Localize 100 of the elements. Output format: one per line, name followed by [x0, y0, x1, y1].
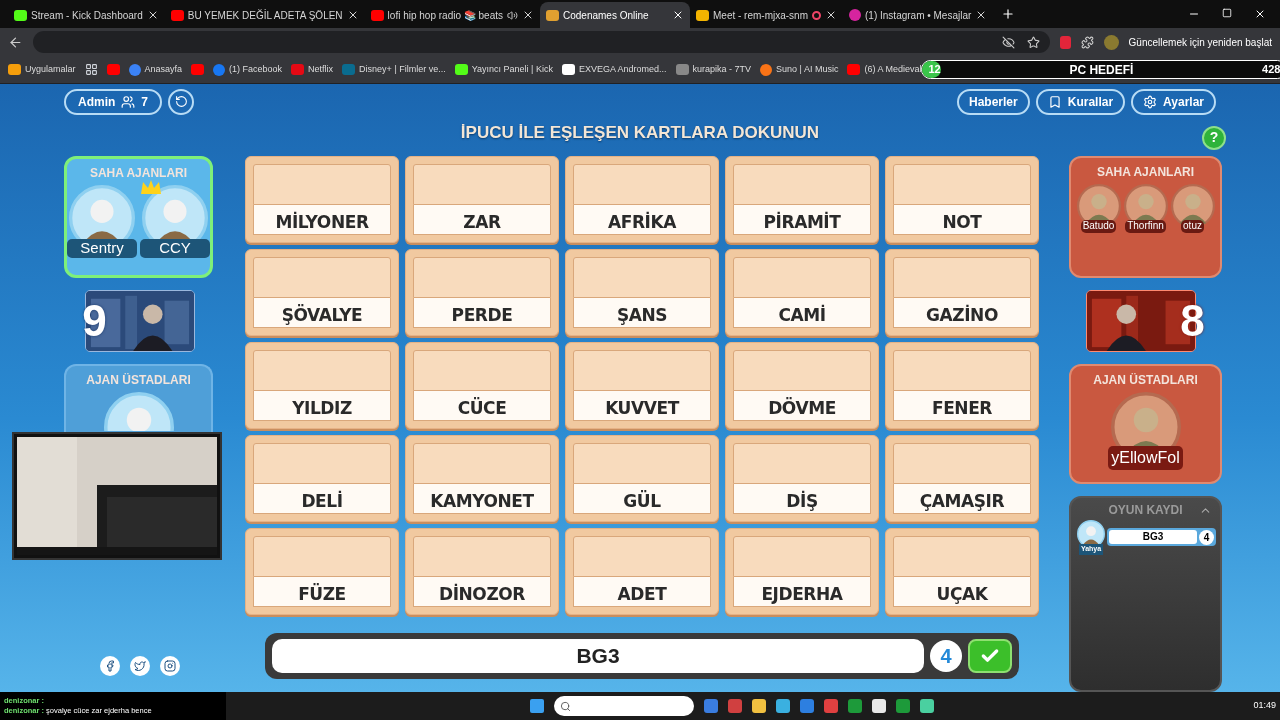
word-card[interactable]: ZAR [405, 156, 559, 243]
eye-off-icon[interactable] [1001, 35, 1015, 49]
nav-button[interactable]: Haberler [957, 88, 1030, 115]
facebook-icon[interactable] [100, 656, 120, 676]
instagram-icon[interactable] [160, 656, 180, 676]
submit-button[interactable] [968, 639, 1012, 673]
bookmark[interactable]: Uygulamalar [8, 62, 76, 77]
word-card[interactable]: GÜL [565, 435, 719, 522]
bookmark[interactable]: Anasayfa [128, 62, 183, 77]
word-card[interactable]: DİŞ [725, 435, 879, 522]
word-card[interactable]: GAZİNO [885, 249, 1039, 336]
word-card[interactable]: NOT [885, 156, 1039, 243]
apps-icon [8, 64, 21, 75]
word-card[interactable]: KAMYONET [405, 435, 559, 522]
video-icon[interactable] [191, 64, 205, 75]
card-word: ÇAMAŞIR [919, 493, 1005, 510]
video-icon[interactable] [106, 64, 120, 75]
bookmark[interactable]: (1) Facebook [213, 62, 283, 77]
word-card[interactable]: DELİ [245, 435, 399, 522]
browser-tab[interactable]: Stream - Kick Dashboard [8, 2, 165, 28]
clue-count[interactable]: 4 [930, 640, 962, 672]
word-card[interactable]: FENER [885, 342, 1039, 429]
new-tab-icon[interactable] [1001, 7, 1016, 21]
word-card[interactable]: FÜZE [245, 528, 399, 615]
clue-field[interactable]: BG3 [272, 639, 924, 673]
player-name: Batudo [1080, 220, 1117, 233]
bookmark[interactable]: EXVEGA Andromed... [561, 62, 667, 77]
taskbar-search-field[interactable] [554, 696, 694, 716]
card-word: KAMYONET [430, 493, 534, 510]
word-card[interactable]: ŞÖVALYE [245, 249, 399, 336]
admin-label: Admin [78, 93, 116, 111]
tab-title: Stream - Kick Dashboard [31, 8, 143, 23]
star-icon[interactable] [1026, 35, 1040, 49]
panel-title: AJAN ÜSTADLARI [1093, 372, 1198, 389]
card-word: EJDERHA [761, 586, 843, 603]
card-word: YILDIZ [292, 400, 352, 417]
close-icon[interactable] [1254, 8, 1266, 20]
grid-icon[interactable] [84, 63, 98, 76]
browser-tab[interactable]: BU YEMEK DEĞİL ADETA ŞÖLEN [164, 2, 365, 28]
tab-title: BU YEMEK DEĞİL ADETA ŞÖLEN [187, 8, 343, 23]
twitter-icon[interactable] [130, 656, 150, 676]
clue-word: BG3 [576, 643, 620, 670]
bookmark[interactable]: Netflix [291, 62, 334, 77]
word-card[interactable]: CÜCE [405, 342, 559, 429]
close-icon[interactable] [825, 9, 837, 21]
browser-tab[interactable]: Codenames Online [540, 2, 690, 28]
bookmark[interactable]: Suno | AI Music [760, 62, 839, 77]
bookmark[interactable]: Disney+ | Filmler ve... [342, 62, 446, 77]
word-card[interactable]: YILDIZ [245, 342, 399, 429]
address-field[interactable] [32, 31, 1050, 53]
update-button[interactable]: Güncellemek için yeniden başlat [1128, 34, 1272, 50]
word-card[interactable]: DİNOZOR [405, 528, 559, 615]
word-card[interactable]: ÇAMAŞIR [885, 435, 1039, 522]
word-card[interactable]: ŞANS [565, 249, 719, 336]
browser-tab[interactable]: Meet - rem-mjxa-snm [690, 2, 843, 28]
profile-icon[interactable] [1103, 34, 1119, 50]
users-icon [121, 94, 136, 109]
maximize-icon[interactable] [1222, 8, 1232, 18]
extension-icon[interactable] [1080, 35, 1094, 49]
word-card[interactable]: DÖVME [725, 342, 879, 429]
tab-title: Codenames Online [563, 8, 650, 23]
goal-title: PC HEDEFİ [1069, 61, 1134, 79]
app-icon[interactable] [872, 699, 886, 713]
instruction-title: İPUCU İLE EŞLEŞEN KARTLARA DOKUNUN [460, 121, 820, 144]
bookmark[interactable]: Yayıncı Paneli | Kick [454, 62, 553, 77]
clock: 01:49 [1253, 699, 1276, 713]
panel-title: SAHA AJANLARI [1096, 164, 1195, 181]
admin-button[interactable]: Admin 7 [64, 88, 163, 115]
bookmark[interactable]: kurapika - 7TV [675, 62, 752, 77]
browser-tab[interactable]: (1) Instagram • Mesajlar [843, 2, 994, 28]
nav-button[interactable]: Kurallar [1035, 88, 1126, 115]
close-icon[interactable] [522, 9, 534, 21]
card-word: ADET [617, 586, 667, 603]
bookmark[interactable]: (6) A Medieval [847, 62, 922, 77]
word-card[interactable]: KUVVET [565, 342, 719, 429]
stop-icon[interactable] [1059, 35, 1071, 49]
reset-icon [174, 95, 188, 109]
word-card[interactable]: MİLYONER [245, 156, 399, 243]
word-card[interactable]: PİRAMİT [725, 156, 879, 243]
tab-title: (1) Instagram • Mesajlar [865, 8, 972, 23]
close-icon[interactable] [672, 9, 684, 21]
start-icon[interactable] [530, 699, 544, 713]
reset-button[interactable] [168, 88, 195, 115]
score: 9 [82, 299, 107, 343]
tab-title: Meet - rem-mjxa-snm [713, 8, 808, 23]
card-word: KUVVET [605, 400, 679, 417]
word-card[interactable]: UÇAK [885, 528, 1039, 615]
card-word: UÇAK [936, 586, 988, 603]
word-card[interactable]: ADET [565, 528, 719, 615]
word-card[interactable]: AFRİKA [565, 156, 719, 243]
kick-logo-icon [14, 9, 27, 21]
settings-icon [1143, 94, 1158, 109]
word-card[interactable]: CAMİ [725, 249, 879, 336]
browser-tab[interactable]: lofi hip hop radio 📚 beats [364, 2, 540, 28]
word-card[interactable]: EJDERHA [725, 528, 879, 615]
word-card[interactable]: PERDE [405, 249, 559, 336]
back-icon[interactable] [8, 34, 23, 50]
panel-title: OYUN KAYDI [1108, 502, 1183, 519]
video-icon [170, 9, 184, 21]
nav-button[interactable]: Ayarlar [1131, 88, 1216, 115]
